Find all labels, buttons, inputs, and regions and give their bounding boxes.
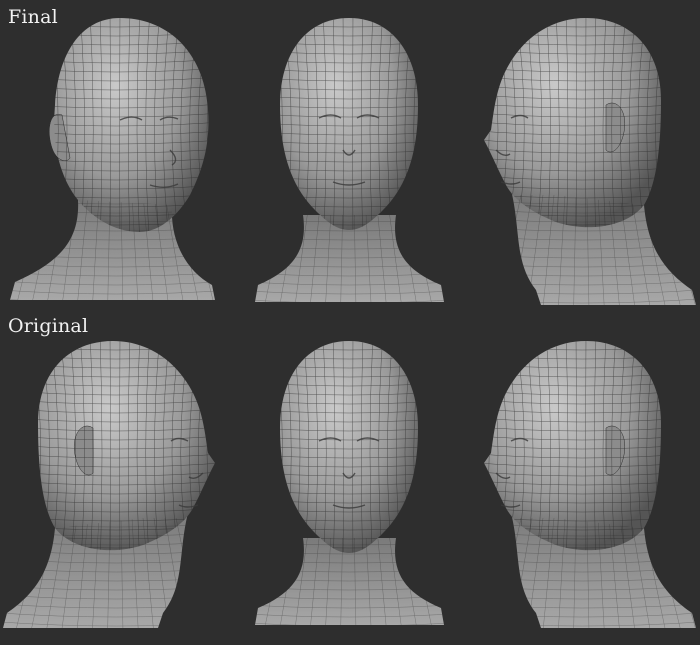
head-final-profile: [466, 0, 699, 320]
head-final-front: [233, 0, 466, 320]
comparison-image: Final Original: [0, 0, 700, 645]
head-final-three-quarter: [0, 0, 233, 320]
head-original-profile-right: [0, 323, 233, 643]
head-original-profile-left: [466, 323, 699, 643]
head-original-front: [233, 323, 466, 643]
